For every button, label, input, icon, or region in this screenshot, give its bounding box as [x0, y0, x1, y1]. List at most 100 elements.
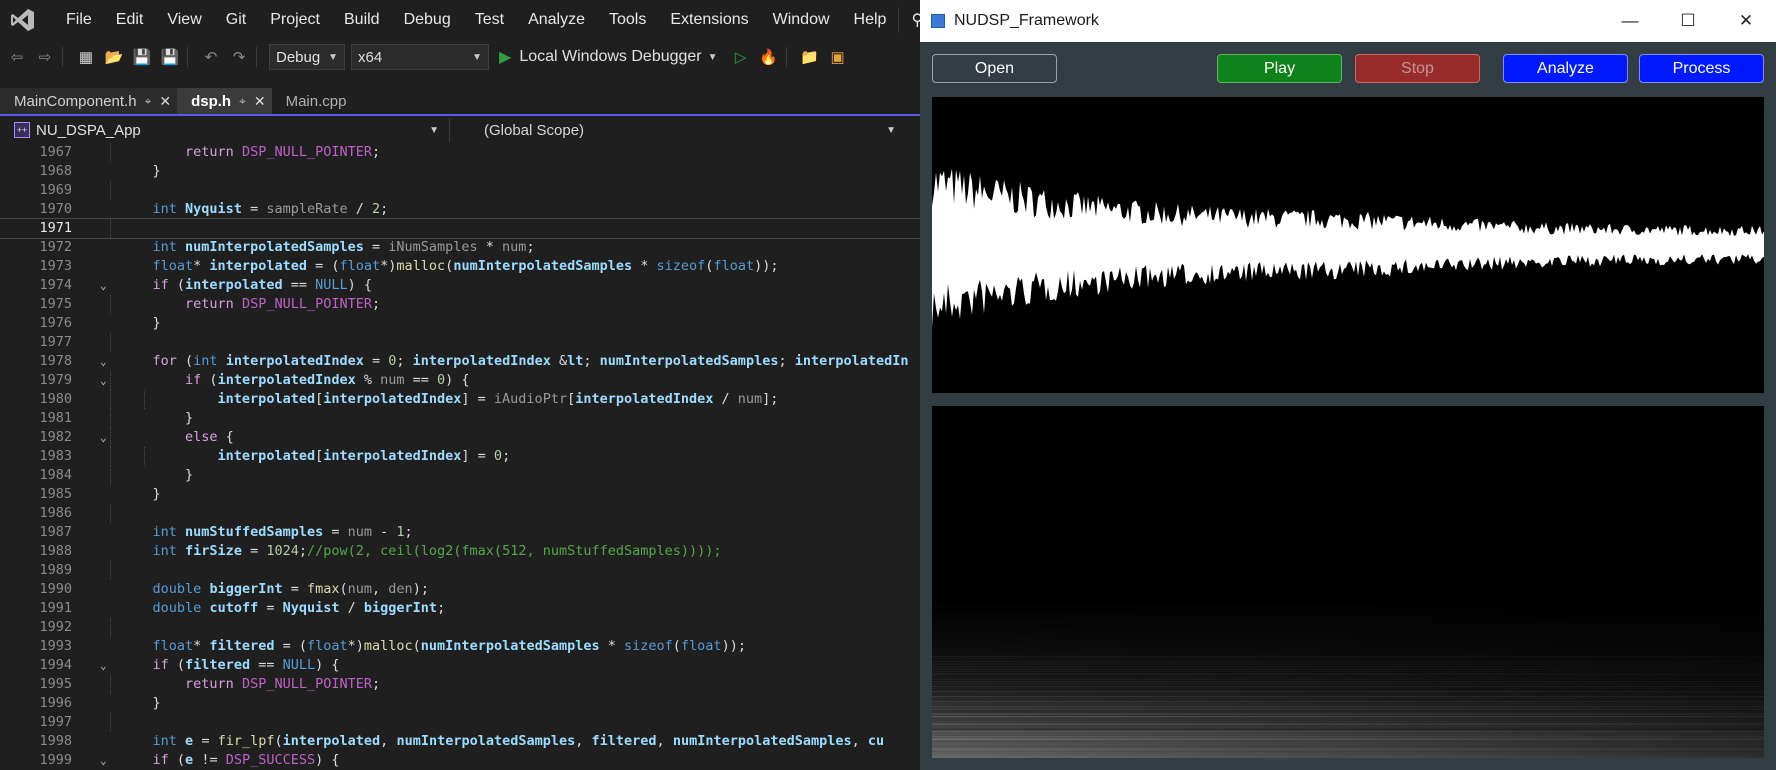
code-line[interactable]: 1971: [0, 218, 920, 239]
close-icon[interactable]: ✕: [1717, 0, 1775, 42]
code-line[interactable]: 1980 interpolated[interpolatedIndex] = i…: [0, 390, 920, 409]
tab-maincomponent-h[interactable]: MainComponent.h ⌖ ✕: [0, 88, 178, 114]
menu-item-view[interactable]: View: [155, 0, 213, 40]
code-line[interactable]: 1970 int Nyquist = sampleRate / 2;: [0, 200, 920, 219]
platform-value: x64: [358, 48, 383, 66]
menu-item-window[interactable]: Window: [761, 0, 842, 40]
menu-item-tools[interactable]: Tools: [597, 0, 658, 40]
redo-icon[interactable]: ↷: [228, 46, 250, 68]
code-text: if (interpolatedIndex % num == 0) {: [185, 372, 470, 388]
indent-guide: [110, 333, 111, 352]
code-line[interactable]: 1986: [0, 504, 920, 523]
close-icon[interactable]: ✕: [254, 93, 266, 110]
code-line[interactable]: 1977: [0, 333, 920, 352]
code-line[interactable]: 1993 float* filtered = (float*)malloc(nu…: [0, 637, 920, 656]
code-line[interactable]: 1989: [0, 561, 920, 580]
folder-icon[interactable]: 📁: [799, 46, 821, 68]
pin-icon[interactable]: ⌖: [239, 94, 246, 109]
stop-button[interactable]: Stop: [1355, 54, 1480, 83]
code-line[interactable]: 1983 interpolated[interpolatedIndex] = 0…: [0, 447, 920, 466]
code-line[interactable]: 1997: [0, 713, 920, 732]
search-box[interactable]: ⚲ Se: [898, 7, 920, 33]
play-button[interactable]: Play: [1217, 54, 1342, 83]
code-editor[interactable]: 1967 return DSP_NULL_POINTER; 1968 } 1969 1…: [0, 143, 920, 770]
code-line[interactable]: 1987 int numStuffedSamples = num - 1;: [0, 523, 920, 542]
open-file-icon[interactable]: 📂: [103, 46, 125, 68]
process-button[interactable]: Process: [1639, 54, 1764, 83]
menu-item-project[interactable]: Project: [258, 0, 332, 40]
open-button[interactable]: Open: [932, 54, 1057, 83]
project-dropdown[interactable]: ++ NU_DSPA_App ▼: [0, 118, 450, 142]
code-text: for (int interpolatedIndex = 0; interpol…: [152, 353, 909, 369]
menu-item-analyze[interactable]: Analyze: [516, 0, 597, 40]
code-line[interactable]: 1976 }: [0, 314, 920, 333]
code-line[interactable]: 1984 }: [0, 466, 920, 485]
navigate-back-icon[interactable]: ⇦: [6, 46, 28, 68]
menu-item-debug[interactable]: Debug: [392, 0, 463, 40]
code-line[interactable]: 1973 float* interpolated = (float*)mallo…: [0, 257, 920, 276]
code-line[interactable]: 1999 ⌄ if (e != DSP_SUCCESS) {: [0, 751, 920, 770]
code-text: else {: [185, 429, 234, 445]
line-number: 1984: [39, 467, 72, 483]
configuration-dropdown[interactable]: Debug ▼: [269, 44, 345, 70]
fold-chevron-icon[interactable]: ⌄: [100, 656, 107, 675]
code-line[interactable]: 1978 ⌄ for (int interpolatedIndex = 0; in…: [0, 352, 920, 371]
code-text: double biggerInt = fmax(num, den);: [152, 581, 429, 597]
hot-reload-icon[interactable]: 🔥: [758, 46, 780, 68]
line-number: 1985: [39, 486, 72, 502]
code-line[interactable]: 1996 }: [0, 694, 920, 713]
menu-item-test[interactable]: Test: [463, 0, 516, 40]
menu-item-git[interactable]: Git: [214, 0, 258, 40]
start-debugging-button[interactable]: ▶ Local Windows Debugger ▼: [499, 47, 718, 67]
code-line[interactable]: 1967 return DSP_NULL_POINTER;: [0, 143, 920, 162]
fold-chevron-icon[interactable]: ⌄: [100, 428, 107, 447]
window-title: NUDSP_Framework: [954, 12, 1099, 29]
code-line[interactable]: 1990 double biggerInt = fmax(num, den);: [0, 580, 920, 599]
code-line[interactable]: 1972 int numInterpolatedSamples = iNumSa…: [0, 238, 920, 257]
code-line[interactable]: 1985 }: [0, 485, 920, 504]
code-text: if (filtered == NULL) {: [152, 657, 340, 673]
fold-chevron-icon[interactable]: ⌄: [100, 352, 107, 371]
code-line[interactable]: 1974 ⌄ if (interpolated == NULL) {: [0, 276, 920, 295]
code-line[interactable]: 1988 int firSize = 1024;//pow(2, ceil(lo…: [0, 542, 920, 561]
code-line[interactable]: 1969: [0, 181, 920, 200]
menu-item-edit[interactable]: Edit: [104, 0, 156, 40]
tab-main-cpp[interactable]: Main.cpp: [272, 88, 353, 114]
platform-dropdown[interactable]: x64 ▼: [351, 44, 489, 70]
document-tabs: MainComponent.h ⌖ ✕ dsp.h ⌖ ✕ Main.cpp: [0, 88, 920, 116]
code-line[interactable]: 1982 ⌄ else {: [0, 428, 920, 447]
menu-item-help[interactable]: Help: [842, 0, 899, 40]
save-icon[interactable]: 💾: [131, 46, 153, 68]
spectrogram-decay: [932, 406, 1764, 758]
close-icon[interactable]: ✕: [159, 93, 171, 110]
menu-item-extensions[interactable]: Extensions: [658, 0, 760, 40]
code-line[interactable]: 1992: [0, 618, 920, 637]
fold-chevron-icon[interactable]: ⌄: [100, 371, 107, 390]
fold-chevron-icon[interactable]: ⌄: [100, 276, 107, 295]
minimize-icon[interactable]: —: [1601, 0, 1659, 42]
undo-icon[interactable]: ↶: [200, 46, 222, 68]
code-line[interactable]: 1968 }: [0, 162, 920, 181]
tab-label: dsp.h: [191, 92, 232, 110]
scope-dropdown[interactable]: (Global Scope) ▼: [450, 118, 910, 142]
code-line[interactable]: 1979 ⌄ if (interpolatedIndex % num == 0) …: [0, 371, 920, 390]
code-text: }: [120, 163, 161, 179]
start-without-debugging-icon[interactable]: ▷: [730, 46, 752, 68]
tab-dsp-h[interactable]: dsp.h ⌖ ✕: [177, 88, 272, 114]
code-line[interactable]: 1981 }: [0, 409, 920, 428]
code-line[interactable]: 1991 double cutoff = Nyquist / biggerInt…: [0, 599, 920, 618]
toolbox-icon[interactable]: ▣: [827, 46, 849, 68]
save-all-icon[interactable]: 💾: [159, 46, 181, 68]
code-line[interactable]: 1994 ⌄ if (filtered == NULL) {: [0, 656, 920, 675]
menu-item-build[interactable]: Build: [332, 0, 392, 40]
new-project-icon[interactable]: ▦: [75, 46, 97, 68]
maximize-icon[interactable]: ☐: [1659, 0, 1717, 42]
analyze-button[interactable]: Analyze: [1503, 54, 1628, 83]
navigate-forward-icon[interactable]: ⇨: [34, 46, 56, 68]
code-line[interactable]: 1975 return DSP_NULL_POINTER;: [0, 295, 920, 314]
code-line[interactable]: 1998 int e = fir_lpf(interpolated, numIn…: [0, 732, 920, 751]
menu-item-file[interactable]: File: [54, 0, 104, 40]
pin-icon[interactable]: ⌖: [145, 94, 152, 109]
fold-chevron-icon[interactable]: ⌄: [100, 751, 107, 770]
code-line[interactable]: 1995 return DSP_NULL_POINTER;: [0, 675, 920, 694]
